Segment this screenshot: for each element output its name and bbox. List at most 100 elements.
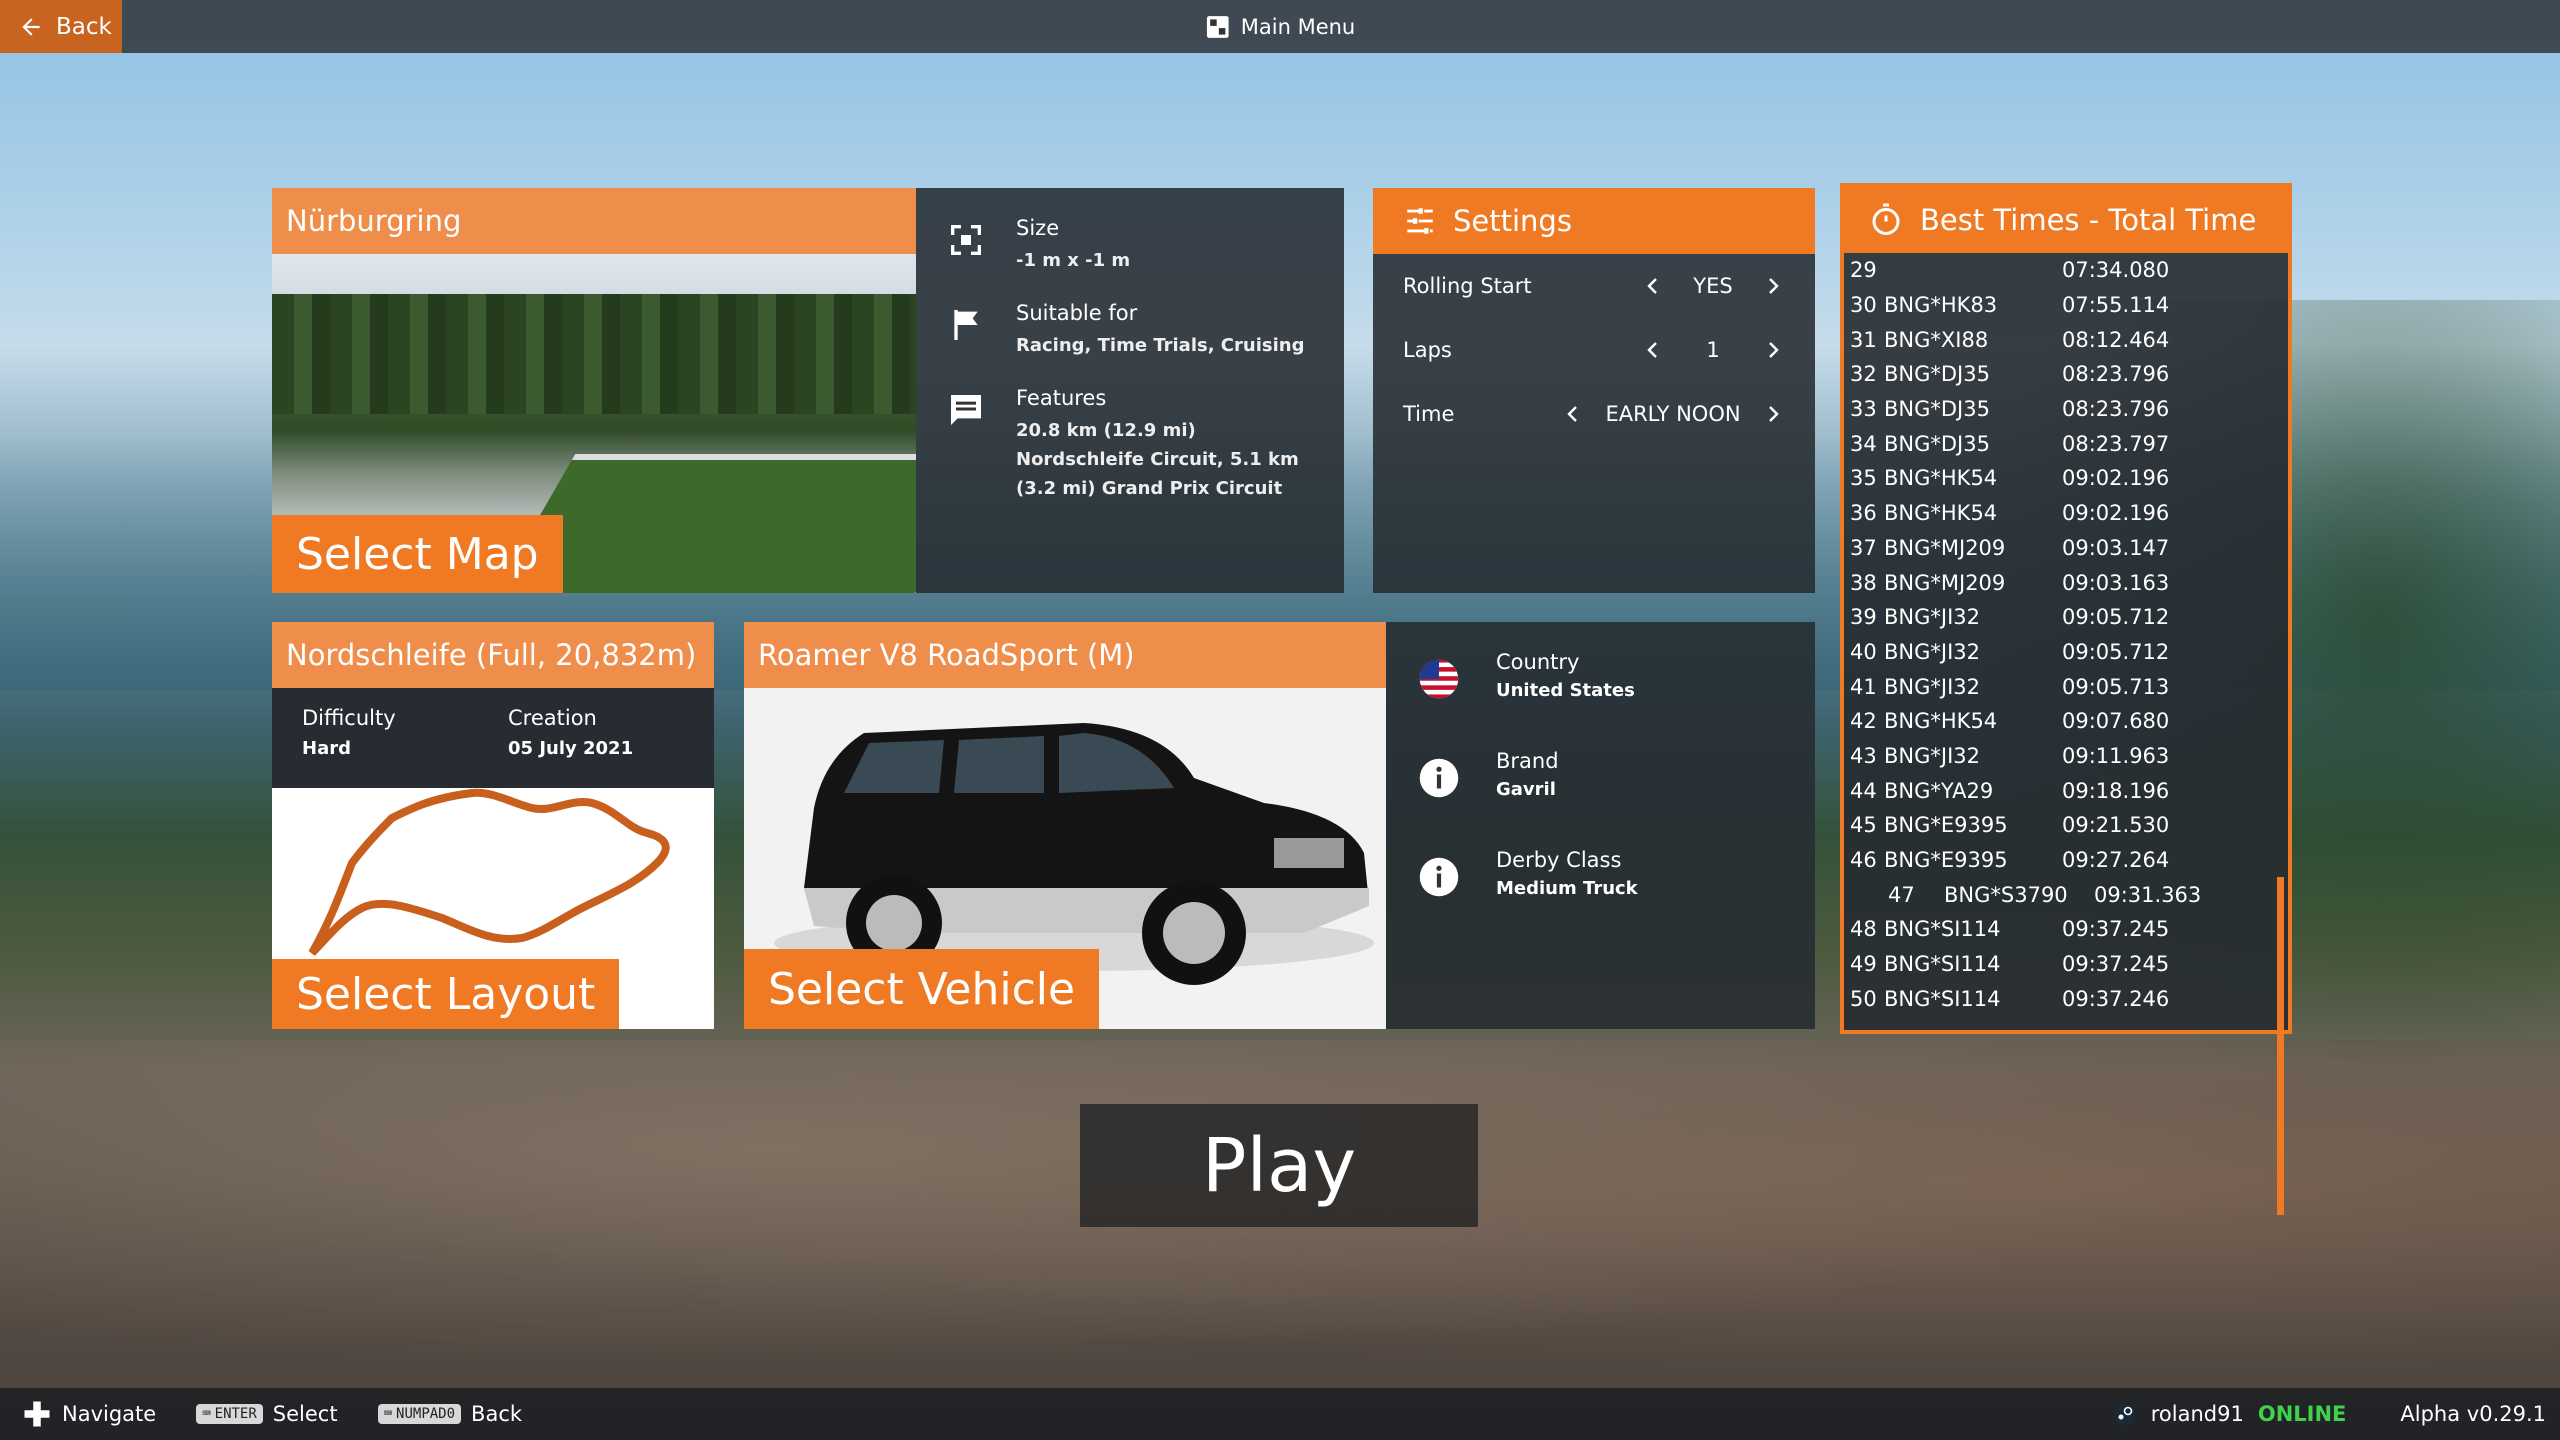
hint-select-label: Select (272, 1402, 338, 1426)
setting-rolling-start: Rolling Start YES (1373, 254, 1815, 318)
best-time-time: 09:02.196 (2062, 501, 2170, 526)
setting-value: YES (1693, 274, 1733, 298)
back-button[interactable]: Back (0, 0, 122, 53)
enter-key-label: ENTER (214, 1406, 257, 1422)
best-time-time: 09:18.196 (2062, 778, 2170, 803)
best-time-row: 38 BNG*MJ209 09:03.163 (1844, 565, 2288, 600)
layout-name: Nordschleife (Full, 20,832m) (272, 622, 714, 688)
chevron-right-icon[interactable] (1761, 338, 1785, 362)
arrow-left-icon (22, 17, 40, 36)
map-features-title: Features (1016, 386, 1107, 410)
vehicle-card: Roamer V8 RoadSport (M) Select Vehicle (744, 622, 1386, 1029)
country-label: Country (1496, 650, 1580, 674)
map-info-panel: Size -1 m x -1 m Suitable for Racing, Ti… (916, 188, 1344, 593)
best-time-rank: 31 (1850, 327, 1877, 352)
chevron-right-icon[interactable] (1761, 274, 1785, 298)
best-time-name: BNG*SI114 (1884, 917, 2001, 942)
setting-label: Time (1403, 402, 1455, 426)
derby-class-label: Derby Class (1496, 848, 1622, 872)
chevron-left-icon[interactable] (1641, 338, 1665, 362)
best-time-row: 41 BNG*JI32 09:05.713 (1844, 669, 2288, 704)
best-time-name: BNG*DJ35 (1884, 397, 1990, 422)
vehicle-country-row: Country United States (1418, 650, 1815, 701)
layout-card: Nordschleife (Full, 20,832m) Difficulty … (272, 622, 714, 1029)
best-time-row: 33 BNG*DJ35 08:23.796 (1844, 392, 2288, 427)
brand-value: Gavril (1496, 779, 1556, 800)
best-time-name: BNG*HK54 (1884, 709, 1998, 734)
best-time-time: 09:21.530 (2062, 813, 2170, 838)
stopwatch-icon (1872, 203, 1900, 235)
country-value: United States (1496, 680, 1635, 701)
best-time-rank: 46 (1850, 848, 1877, 873)
best-time-row: 31 BNG*XI88 08:12.464 (1844, 322, 2288, 357)
creation-label: Creation (508, 706, 597, 730)
best-time-name: BNG*SI114 (1884, 986, 2001, 1011)
difficulty-label: Difficulty (302, 706, 396, 730)
select-layout-button[interactable]: Select Layout (272, 959, 620, 1029)
chevron-left-icon[interactable] (1641, 274, 1665, 298)
setting-label: Laps (1403, 338, 1452, 362)
hint-navigate: Navigate (22, 1399, 156, 1429)
best-time-row: 48 BNG*SI114 09:37.245 (1844, 912, 2288, 947)
best-times-list[interactable]: 29 07:34.080 30 BNG*HK83 07:55.114 31 BNG*XI88… (1844, 253, 2288, 1030)
brand-label: Brand (1496, 749, 1559, 773)
best-times-panel: Best Times - Total Time 29 07:34.080 30 BNG… (1840, 183, 2292, 1215)
best-time-rank: 38 (1850, 570, 1877, 595)
info-icon (1419, 758, 1459, 798)
best-time-row: 39 BNG*JI32 09:05.712 (1844, 600, 2288, 635)
best-time-rank: 44 (1850, 778, 1877, 803)
username[interactable]: roland91 (2151, 1402, 2244, 1426)
play-button[interactable]: Play (1080, 1104, 1478, 1227)
best-time-rank: 43 (1850, 743, 1877, 768)
best-time-time: 09:37.245 (2062, 952, 2170, 977)
best-time-row: 42 BNG*HK54 09:07.680 (1844, 704, 2288, 739)
best-time-row: 40 BNG*JI32 09:05.712 (1844, 635, 2288, 670)
best-time-row: 46 BNG*E9395 09:27.264 (1844, 843, 2288, 878)
select-vehicle-button[interactable]: Select Vehicle (744, 949, 1100, 1029)
best-time-name: BNG*MJ209 (1884, 535, 2006, 560)
best-time-rank: 33 (1850, 397, 1877, 422)
setting-laps: Laps 1 (1373, 318, 1815, 382)
select-map-button[interactable]: Select Map (272, 515, 563, 593)
best-time-time: 09:02.196 (2062, 466, 2170, 491)
map-suitable-value: Racing, Time Trials, Cruising (1016, 335, 1305, 356)
best-time-rank: 49 (1850, 952, 1877, 977)
best-time-name: BNG*JI32 (1884, 639, 1980, 664)
best-time-time: 09:27.264 (2062, 848, 2170, 873)
bottom-bar: Navigate ⌨ ENTER Select ⌨ NUMPAD0 Back r… (0, 1388, 2560, 1440)
best-time-row: 35 BNG*HK54 09:02.196 (1844, 461, 2288, 496)
user-status: roland91 ONLINE Alpha v0.29.1 (2113, 1388, 2546, 1440)
best-time-name: BNG*HK54 (1884, 466, 1998, 491)
steam-icon (2113, 1403, 2136, 1425)
setting-value: 1 (1706, 338, 1720, 362)
flag-icon (954, 310, 978, 340)
map-name: Nürburgring (272, 188, 916, 254)
scrollbar[interactable] (2277, 877, 2284, 1215)
best-time-row: 30 BNG*HK83 07:55.114 (1844, 288, 2288, 323)
best-time-rank: 45 (1850, 813, 1877, 838)
best-time-name: BNG*YA29 (1884, 778, 1994, 803)
breadcrumb: Main Menu (1205, 0, 1355, 53)
vehicle-derby-row: Derby Class Medium Truck (1418, 848, 1815, 899)
best-time-rank: 36 (1850, 501, 1877, 526)
best-time-rank: 50 (1850, 986, 1877, 1011)
best-time-time: 07:55.114 (2062, 293, 2170, 318)
grid-icon (1206, 15, 1229, 38)
best-time-time: 09:37.246 (2062, 986, 2170, 1011)
best-time-rank: 39 (1850, 605, 1877, 630)
best-time-time: 08:23.796 (2062, 362, 2170, 387)
vehicle-brand-row: Brand Gavril (1418, 749, 1815, 800)
best-time-row: 49 BNG*SI114 09:37.245 (1844, 947, 2288, 982)
chevron-left-icon[interactable] (1561, 402, 1585, 426)
best-times-header: Best Times - Total Time (1844, 187, 2288, 253)
setting-value: EARLY NOON (1605, 402, 1741, 426)
chevron-right-icon[interactable] (1761, 402, 1785, 426)
page-title: Main Menu (1240, 14, 1356, 39)
best-time-time: 08:12.464 (2062, 327, 2170, 352)
difficulty-value: Hard (302, 738, 351, 759)
best-time-time: 09:05.713 (2062, 674, 2170, 699)
best-time-name: BNG*E9395 (1884, 813, 2008, 838)
info-icon (1419, 857, 1459, 897)
best-time-name: BNG*S3790 (1944, 882, 2068, 907)
map-size-row: Size -1 m x -1 m (946, 216, 1344, 275)
